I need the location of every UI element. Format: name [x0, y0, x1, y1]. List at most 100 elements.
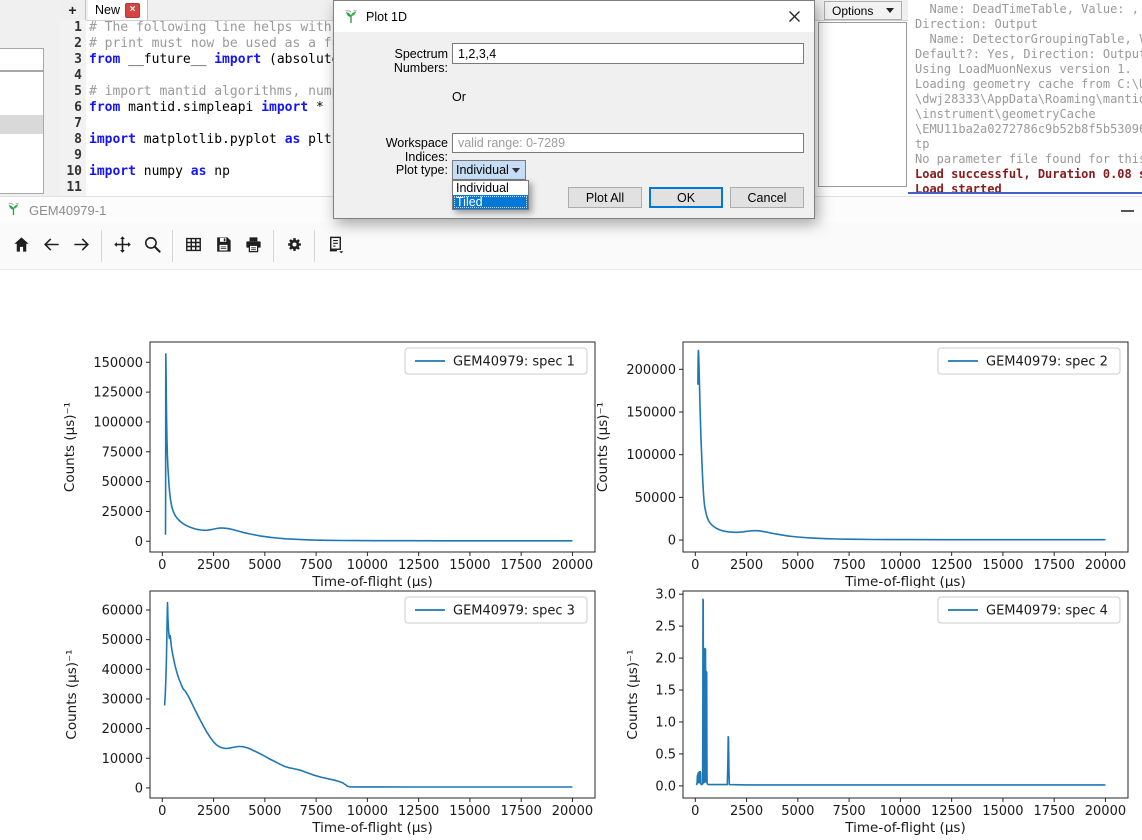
svg-text:0: 0 — [668, 534, 676, 549]
home-button[interactable] — [6, 228, 36, 264]
line-number: 10 — [60, 164, 86, 180]
line-number: 8 — [60, 132, 86, 148]
spectrum-numbers-input[interactable] — [452, 43, 804, 64]
svg-text:12500: 12500 — [398, 804, 439, 819]
svg-text:GEM40979: spec 2: GEM40979: spec 2 — [986, 355, 1108, 370]
svg-text:0: 0 — [691, 558, 699, 573]
forward-icon — [72, 235, 91, 257]
customize-button[interactable] — [279, 228, 309, 264]
log-line: Default?: Yes, Direction: Output — [915, 47, 1142, 62]
generate-script-button[interactable] — [320, 228, 350, 264]
svg-text:100000: 100000 — [626, 448, 676, 463]
svg-text:2500: 2500 — [197, 558, 230, 573]
svg-text:1.0: 1.0 — [655, 715, 676, 730]
svg-text:20000: 20000 — [102, 722, 143, 737]
workspace-indices-input[interactable] — [452, 133, 804, 153]
code-text — [86, 148, 89, 164]
svg-text:0: 0 — [135, 535, 143, 550]
log-line: Name: DetectorGroupingTable, V — [915, 32, 1142, 47]
svg-text:0: 0 — [158, 804, 166, 819]
svg-text:Counts (μs)⁻¹: Counts (μs)⁻¹ — [595, 402, 611, 492]
plot-window: GEM40979-1 0 2500 5000 7500 10000 12500 15000 1… — [0, 196, 1142, 840]
line-number: 4 — [60, 68, 86, 84]
line-number: 3 — [60, 52, 86, 68]
data-line — [166, 354, 573, 541]
log-line: Direction: Output — [915, 17, 1142, 32]
svg-text:7500: 7500 — [300, 558, 333, 573]
dock-minimize-icon[interactable] — [1121, 210, 1134, 212]
pan-button[interactable] — [107, 228, 137, 264]
code-text — [86, 68, 89, 84]
panel-fragment-list — [0, 71, 44, 194]
save-icon — [214, 235, 233, 257]
svg-text:Counts (μs)⁻¹: Counts (μs)⁻¹ — [62, 402, 78, 492]
save-button[interactable] — [208, 228, 238, 264]
svg-text:0.0: 0.0 — [655, 779, 676, 794]
zoom-to-rect-button[interactable] — [137, 228, 167, 264]
close-icon[interactable] — [788, 10, 801, 23]
svg-text:5000: 5000 — [248, 558, 281, 573]
log-line: Loading geometry cache from C:\U — [915, 77, 1142, 92]
figure-canvas[interactable]: 0250050007500100001250015000175002000002… — [0, 270, 1142, 840]
code-text: # print must now be used as a func — [86, 36, 355, 52]
log-line: Using LoadMuonNexus version 1. — [915, 62, 1142, 77]
svg-text:2500: 2500 — [730, 558, 763, 573]
svg-text:200000: 200000 — [626, 363, 676, 378]
plot-window-title: GEM40979-1 — [29, 203, 106, 218]
subplot-3: 0250050007500100001250015000175002000001… — [40, 578, 596, 840]
plot-type-label: Plot type: — [340, 163, 448, 177]
dialog-title-bar[interactable]: Plot 1D — [334, 1, 814, 32]
line-number: 11 — [60, 180, 86, 196]
line-number: 2 — [60, 36, 86, 52]
plot-all-button[interactable]: Plot All — [568, 187, 642, 208]
data-line — [165, 603, 573, 787]
log-line: \instrument\geometryCache — [915, 107, 1142, 122]
line-number: 7 — [60, 116, 86, 132]
svg-text:15000: 15000 — [449, 804, 490, 819]
ok-button[interactable]: OK — [649, 187, 723, 208]
data-line — [697, 599, 1106, 785]
messages-log[interactable]: Name: DeadTimeTable, Value: , Direction:… — [908, 0, 1142, 196]
or-label: Or — [452, 90, 492, 104]
svg-text:10000: 10000 — [880, 804, 921, 819]
svg-text:125000: 125000 — [93, 386, 143, 401]
svg-text:15000: 15000 — [982, 804, 1023, 819]
log-line: No parameter file found for this — [915, 152, 1142, 167]
log-line: tp — [915, 137, 1142, 152]
docked-panel-placeholder — [818, 22, 907, 187]
tab-close-icon[interactable]: × — [125, 3, 140, 18]
code-text: from mantid.simpleapi import * — [86, 100, 324, 116]
code-text: # import mantid algorithms, numpy — [86, 84, 355, 100]
zoom-to-rect-icon — [143, 235, 162, 257]
option-tiled[interactable]: Tiled — [453, 195, 528, 209]
log-line: Load successful, Duration 0.08 s — [915, 167, 1142, 182]
svg-text:Counts (μs)⁻¹: Counts (μs)⁻¹ — [64, 649, 80, 739]
grid-button[interactable] — [178, 228, 208, 264]
svg-text:5000: 5000 — [781, 558, 814, 573]
plot-toolbar — [0, 222, 1142, 270]
tab-new[interactable]: New × — [88, 0, 148, 20]
list-selected-row[interactable] — [0, 115, 43, 134]
forward-button[interactable] — [66, 228, 96, 264]
svg-text:17500: 17500 — [1033, 558, 1074, 573]
cancel-button[interactable]: Cancel — [730, 187, 804, 208]
option-individual[interactable]: Individual — [453, 181, 528, 195]
svg-text:17500: 17500 — [500, 558, 541, 573]
svg-text:20000: 20000 — [1085, 558, 1126, 573]
svg-text:40000: 40000 — [102, 663, 143, 678]
svg-text:60000: 60000 — [102, 603, 143, 618]
options-button[interactable]: Options — [824, 1, 902, 20]
svg-text:12500: 12500 — [931, 804, 972, 819]
workspace-indices-label: Workspace Indices: — [340, 136, 448, 164]
back-button[interactable] — [36, 228, 66, 264]
toolbar-separator — [101, 230, 102, 262]
svg-text:10000: 10000 — [347, 558, 388, 573]
plot-type-dropdown: IndividualTiled — [452, 180, 529, 210]
print-button[interactable] — [238, 228, 268, 264]
new-tab-button[interactable]: + — [60, 0, 86, 20]
svg-text:7500: 7500 — [833, 804, 866, 819]
customize-icon — [285, 235, 304, 257]
plot-type-combobox[interactable]: Individual — [452, 160, 526, 180]
log-line: Name: DeadTimeTable, Value: , — [915, 2, 1142, 17]
subplot-2: 0250050007500100001250015000175002000005… — [573, 330, 1129, 588]
